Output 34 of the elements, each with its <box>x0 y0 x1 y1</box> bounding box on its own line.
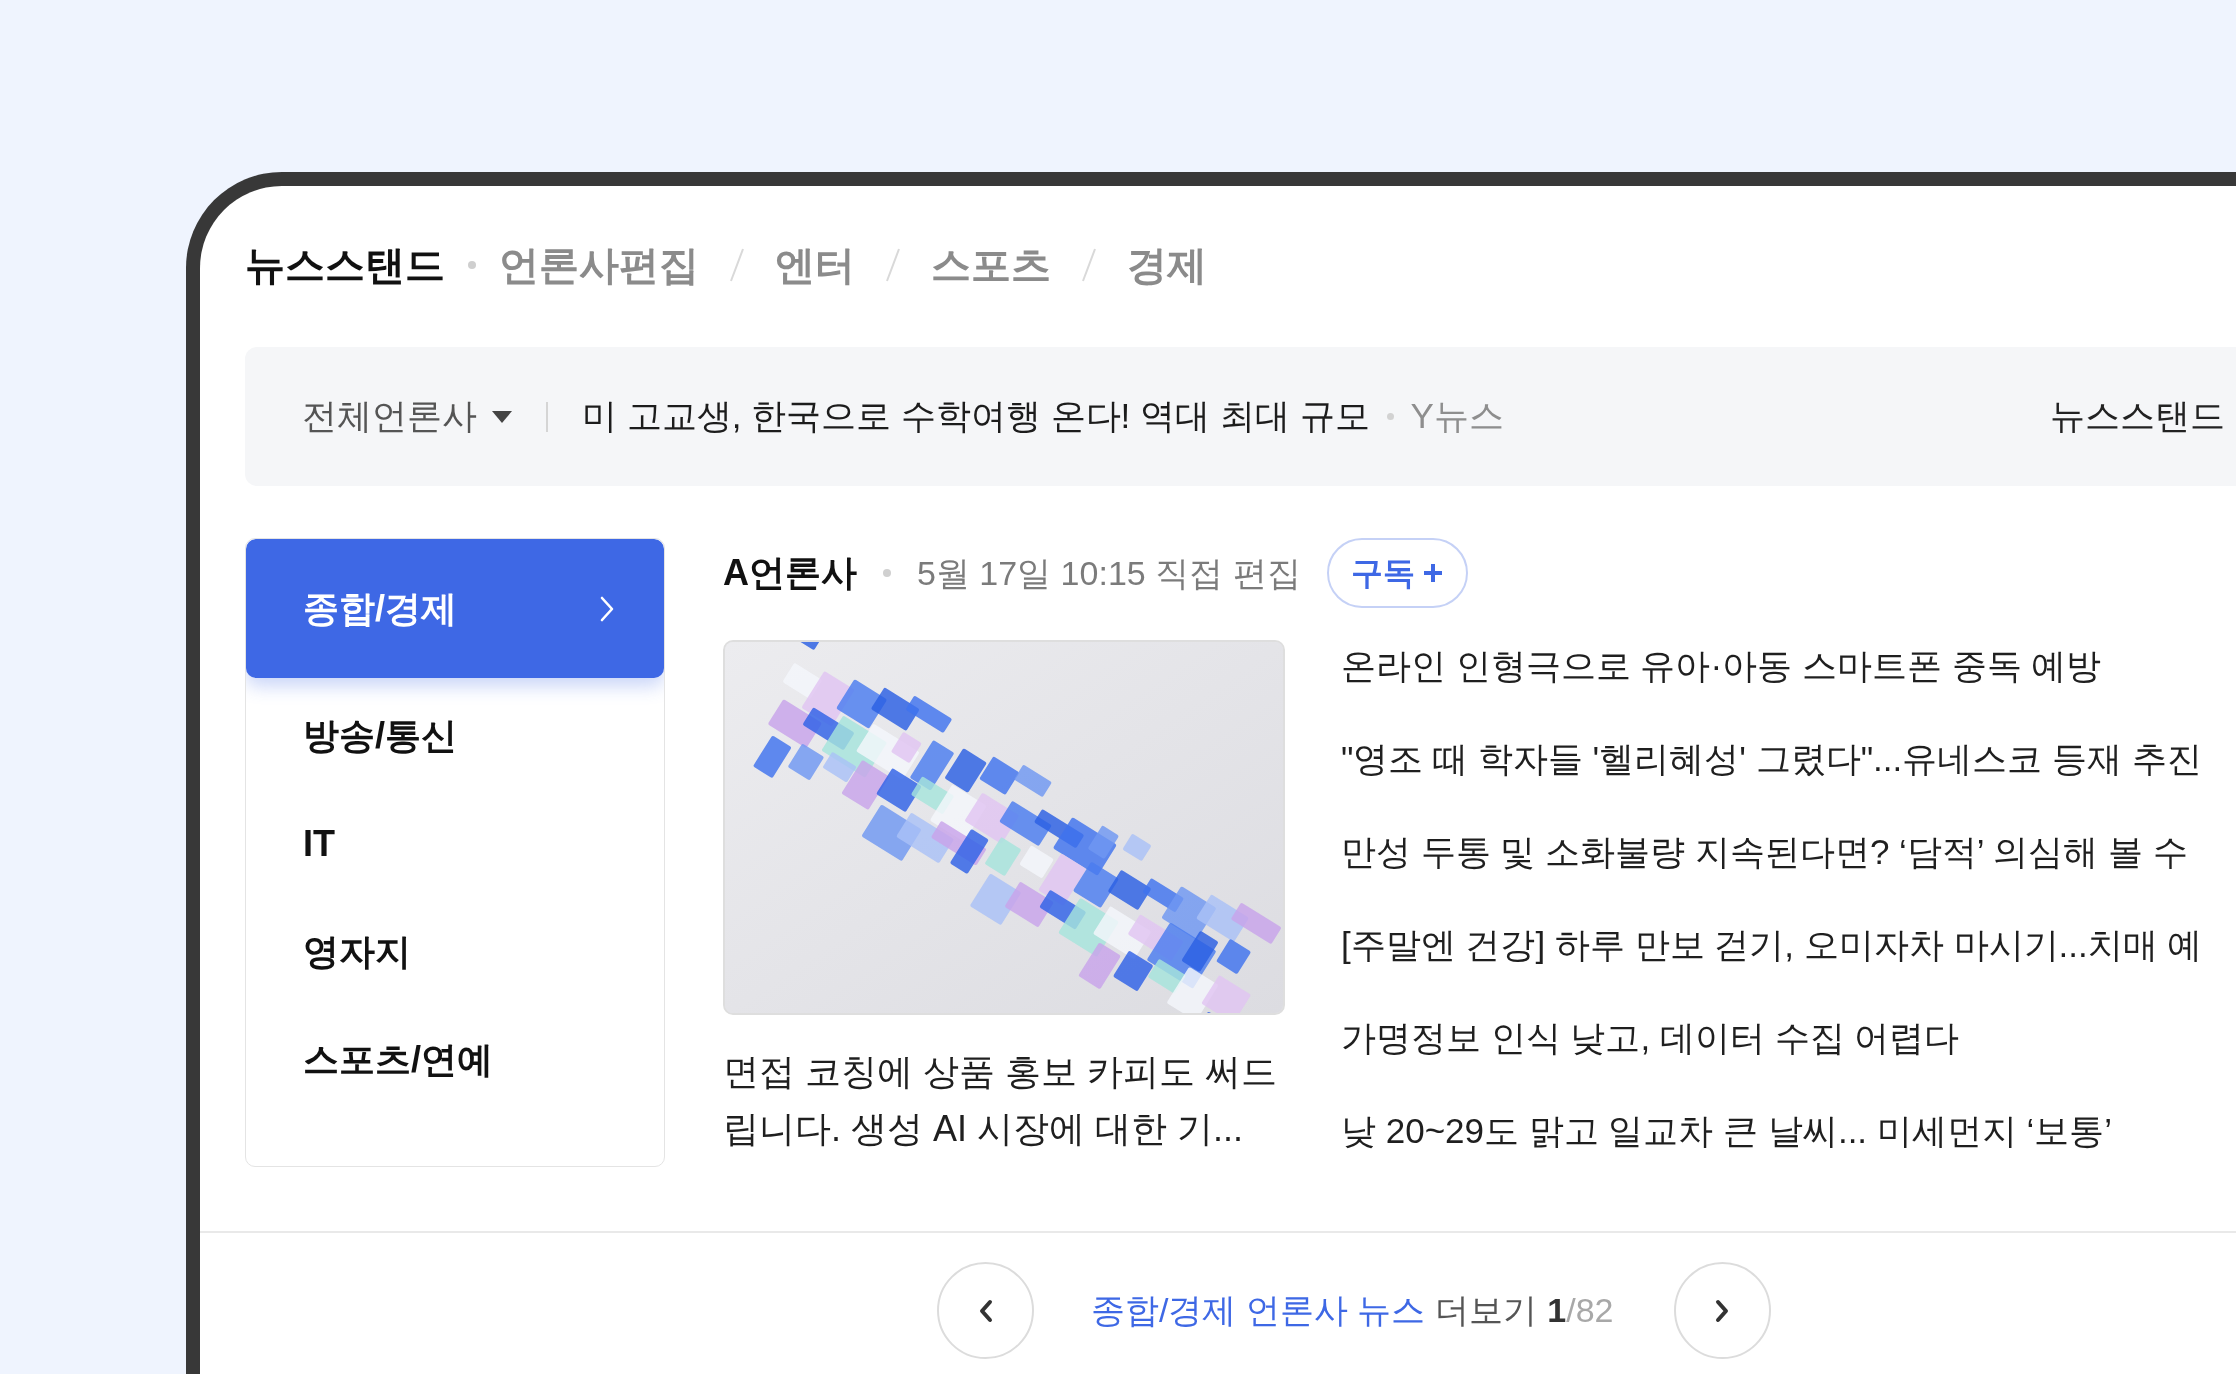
headline-link[interactable]: 온라인 인형극으로 유아·아동 스마트폰 중독 예방 <box>1341 619 2236 712</box>
caret-down-icon <box>492 410 512 423</box>
chevron-right-icon <box>600 595 614 622</box>
featured-headline-link[interactable]: 면접 코칭에 상품 홍보 카피도 써드립니다. 생성 AI 시장에 대한 기... <box>723 1043 1285 1157</box>
publisher-name: A언론사 <box>723 551 857 595</box>
plus-icon <box>1421 562 1444 584</box>
publisher-filter-dropdown[interactable]: 전체언론사 <box>302 390 512 443</box>
page-title: 뉴스스탠드 <box>245 242 445 289</box>
ticker-source: Y뉴스 <box>1410 395 1504 438</box>
headline-link[interactable]: "영조 때 학자들 '헬리혜성' 그렸다"...유네스코 등재 추진 <box>1341 712 2236 805</box>
slash-separator-icon <box>1082 248 1096 282</box>
category-item[interactable]: 방송/통신 <box>246 684 664 786</box>
subscribe-button[interactable]: 구독 <box>1326 538 1468 608</box>
chevron-right-icon <box>1714 1298 1731 1323</box>
category-item[interactable]: 종합/경제 <box>246 539 664 678</box>
headline-link[interactable]: 낮 20~29도 맑고 일교차 큰 날씨... 미세먼지 ‘보통’ <box>1341 1084 2236 1177</box>
chevron-left-icon <box>977 1298 994 1323</box>
page-counter: 1/82 <box>1547 1290 1614 1331</box>
category-item[interactable]: 영자지 <box>246 900 664 1002</box>
edit-time-text: 5월 17일 10:15 직접 편집 <box>917 552 1301 594</box>
separator-dot-icon <box>1386 413 1394 420</box>
category-news-link[interactable]: 종합/경제 언론사 뉴스 <box>1091 1285 1426 1336</box>
ticker-headline-link[interactable]: 미 고교생, 한국으로 수학여행 온다! 역대 최대 규모 <box>582 390 1370 443</box>
separator-dot-icon <box>468 261 476 269</box>
slash-separator-icon <box>730 248 744 282</box>
category-item[interactable]: IT <box>246 792 664 894</box>
slash-separator-icon <box>886 248 900 282</box>
headline-link[interactable]: [주말엔 건강] 하루 만보 걷기, 오미자차 마시기...치매 예 <box>1341 898 2236 991</box>
more-label: 더보기 <box>1435 1290 1538 1331</box>
newsstand-link[interactable]: 뉴스스탠드 <box>2050 390 2225 443</box>
separator-dot-icon <box>883 569 891 577</box>
headline-link[interactable]: 가명정보 인식 낮고, 데이터 수집 어렵다 <box>1341 991 2236 1084</box>
category-item[interactable]: 스포츠/연예 <box>246 1008 664 1110</box>
headline-link[interactable]: 만성 두통 및 소화불량 지속된다면? ‘담적’ 의심해 볼 수 <box>1341 805 2236 898</box>
